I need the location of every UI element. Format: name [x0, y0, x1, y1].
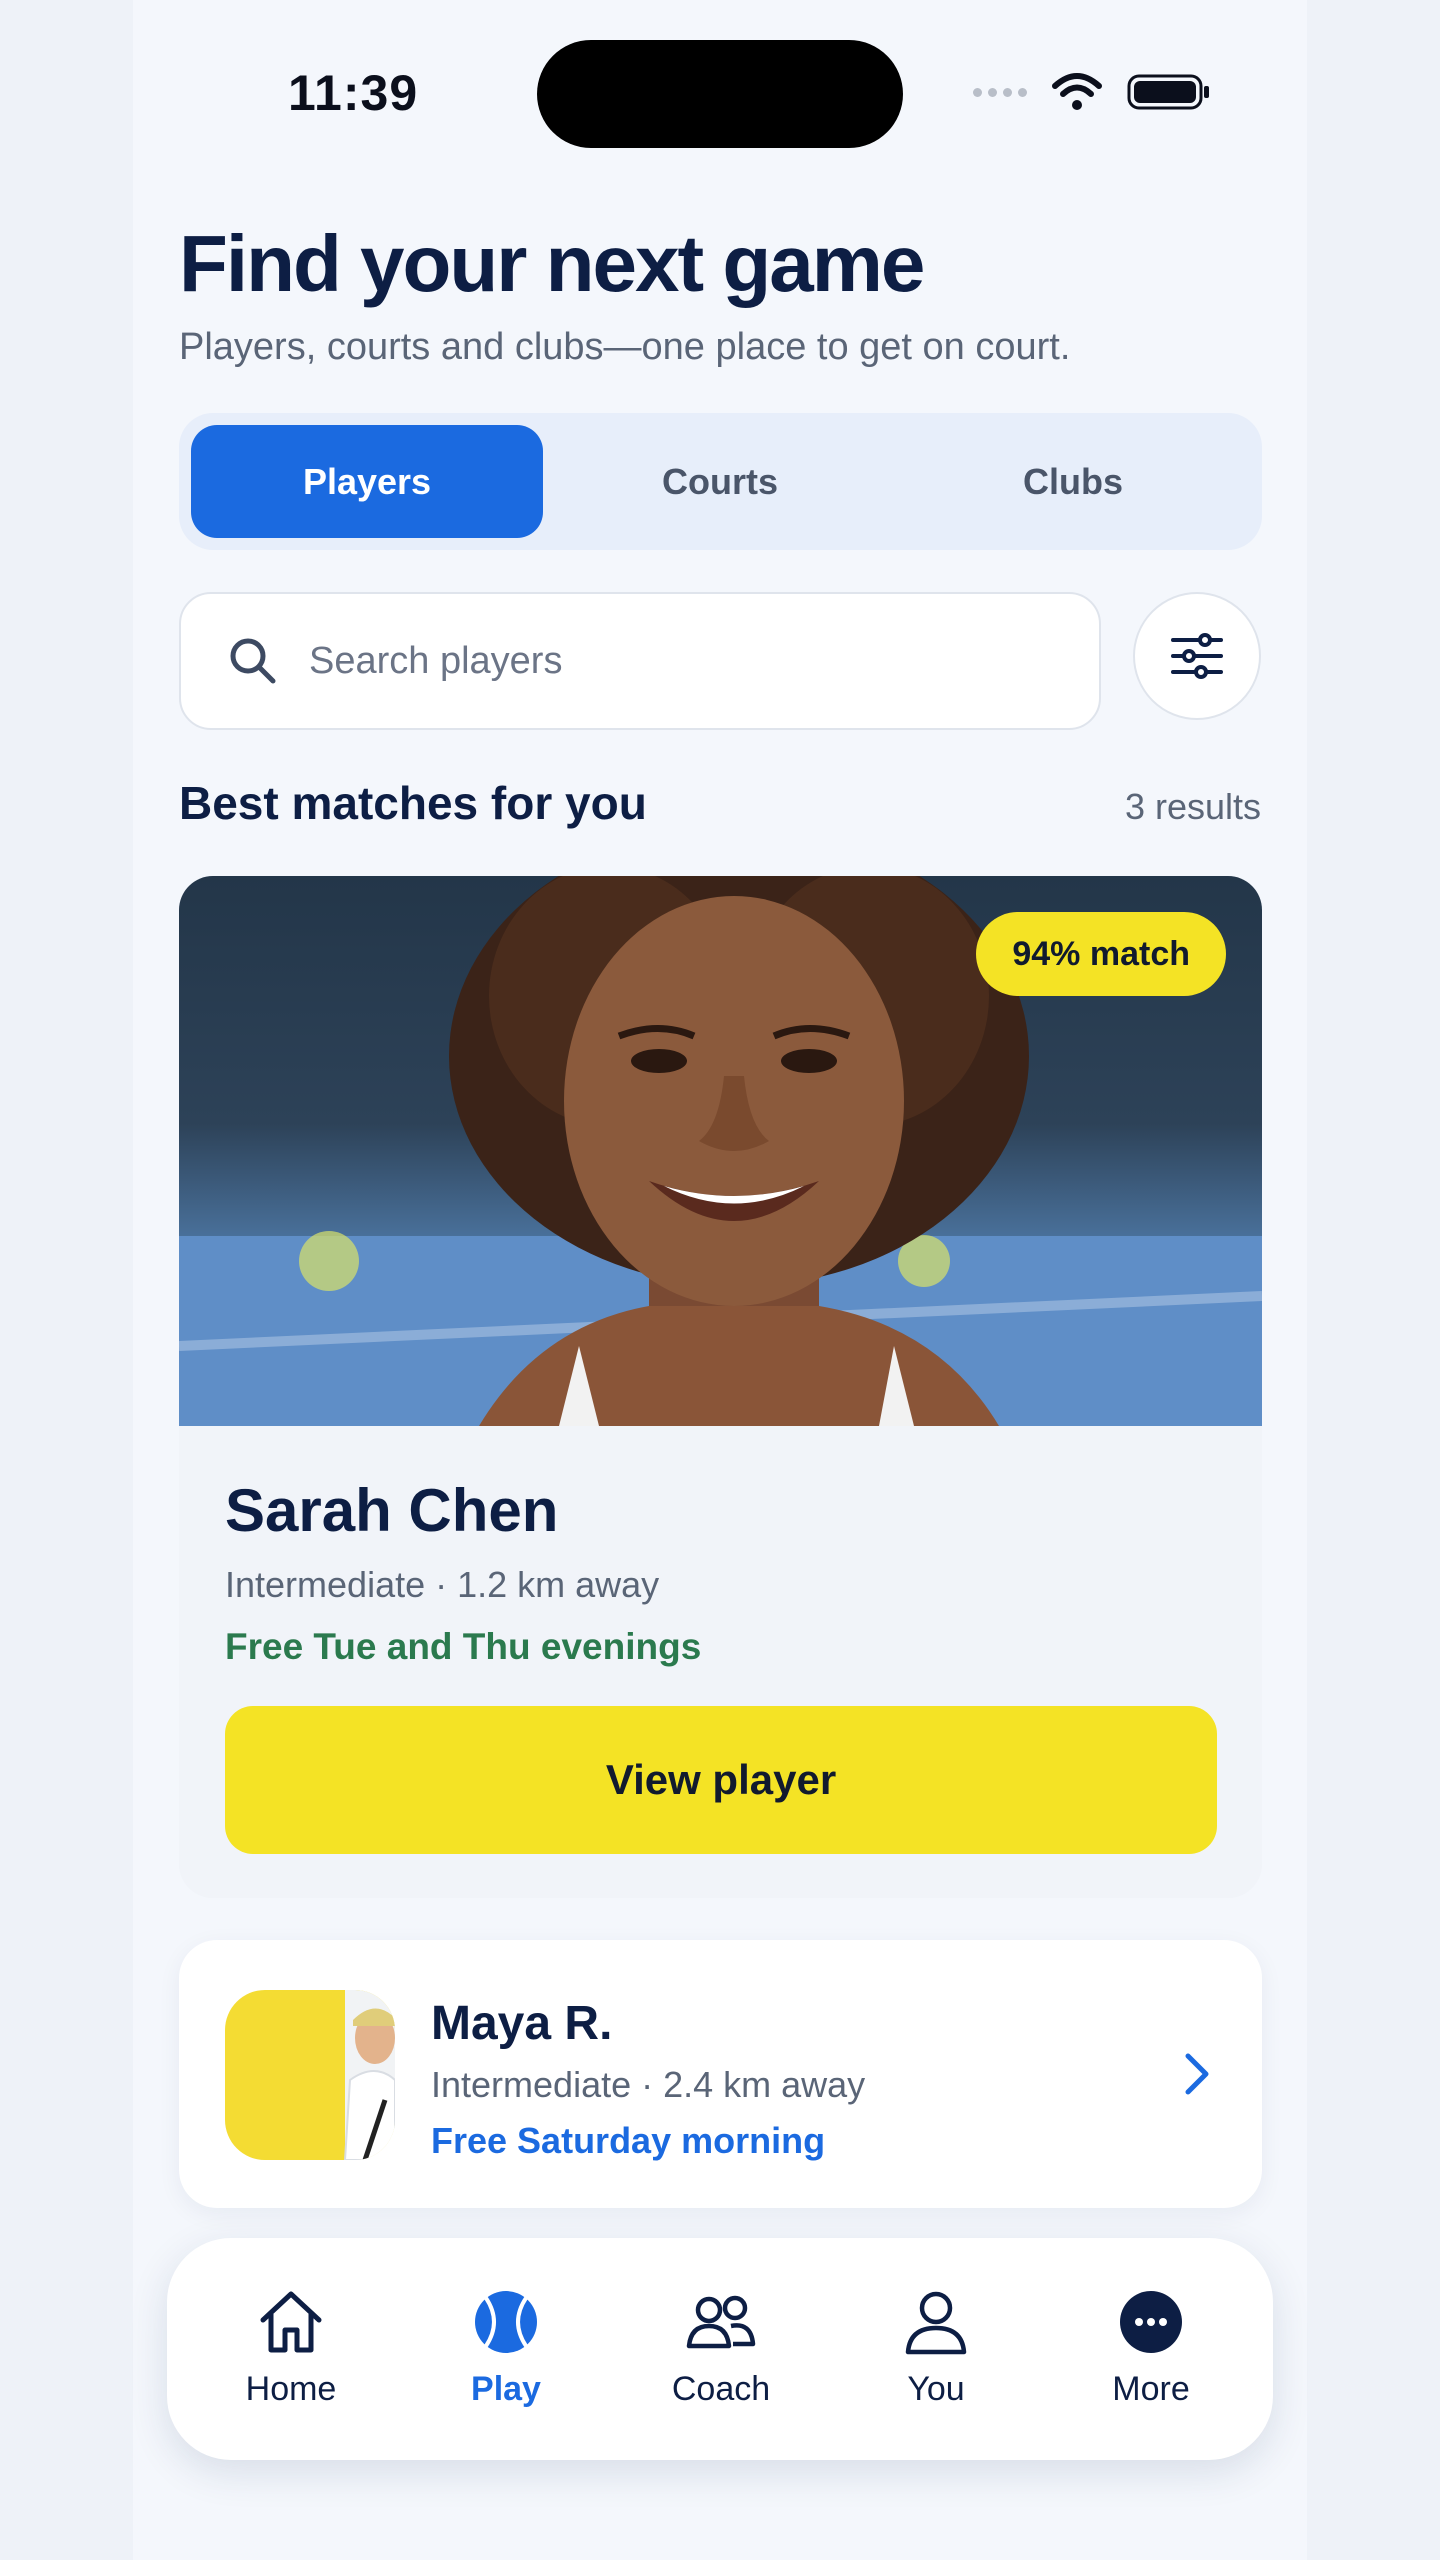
tab-label: You — [907, 2370, 965, 2408]
cellular-signal-icon — [973, 87, 1027, 97]
player-availability: Free Tue and Thu evenings — [225, 1626, 702, 1667]
search-placeholder: Search players — [309, 639, 563, 682]
category-segmented-control: Players Courts Clubs — [179, 413, 1262, 550]
person-icon — [905, 2291, 967, 2355]
tab-label: Coach — [671, 2370, 771, 2408]
view-player-button[interactable]: View player — [225, 1706, 1217, 1854]
status-time: 11:39 — [288, 65, 419, 121]
battery-icon — [1127, 74, 1209, 110]
home-icon — [260, 2291, 322, 2353]
tab-label: Play — [471, 2370, 541, 2408]
segment-courts[interactable]: Courts — [544, 425, 896, 538]
player-name: Sarah Chen — [225, 1477, 559, 1544]
status-icons — [973, 72, 1211, 112]
page-title: Find your next game — [179, 219, 925, 308]
tab-label: More — [1112, 2370, 1190, 2408]
people-icon — [686, 2295, 756, 2349]
results-count: 3 results — [1124, 786, 1261, 827]
featured-player-card[interactable]: 94% match Sarah Chen Intermediate · 1.2 … — [179, 876, 1262, 1898]
tab-play[interactable]: Play — [406, 2288, 606, 2409]
tab-label: Home — [245, 2370, 337, 2408]
more-icon — [1120, 2291, 1182, 2353]
section-title: Best matches for you — [179, 777, 647, 829]
app-screen: 11:39 Find your next game Players, court… — [133, 0, 1307, 2560]
chevron-right-icon — [1185, 2053, 1209, 2095]
page-subtitle: Players, courts and clubs—one place to g… — [179, 326, 1071, 368]
bottom-tab-bar: Home Play Coach You More — [167, 2238, 1273, 2460]
tab-coach[interactable]: Coach — [621, 2288, 821, 2409]
player-availability: Free Saturday morning — [431, 2120, 826, 2161]
tab-you[interactable]: You — [836, 2288, 1036, 2409]
search-input[interactable]: Search players — [179, 592, 1101, 730]
wifi-icon — [1052, 73, 1102, 110]
tab-more[interactable]: More — [1051, 2288, 1251, 2409]
segment-players[interactable]: Players — [191, 425, 543, 538]
match-badge: 94% match — [976, 912, 1226, 996]
avatar — [225, 1990, 395, 2160]
search-icon — [230, 638, 276, 684]
tab-home[interactable]: Home — [191, 2288, 391, 2409]
filter-button[interactable] — [1133, 592, 1261, 720]
dynamic-island — [537, 40, 903, 148]
sliders-icon — [1171, 633, 1223, 679]
player-meta: Intermediate · 2.4 km away — [431, 2064, 866, 2105]
player-thumbnail-illustration — [343, 1990, 395, 2160]
tennis-ball-icon — [475, 2291, 537, 2353]
player-list-item[interactable]: Maya R. Intermediate · 2.4 km away Free … — [179, 1940, 1262, 2208]
player-photo: 94% match — [179, 876, 1262, 1426]
player-name: Maya R. — [431, 1997, 613, 2050]
segment-clubs[interactable]: Clubs — [897, 425, 1249, 538]
player-meta: Intermediate · 1.2 km away — [225, 1564, 660, 1605]
